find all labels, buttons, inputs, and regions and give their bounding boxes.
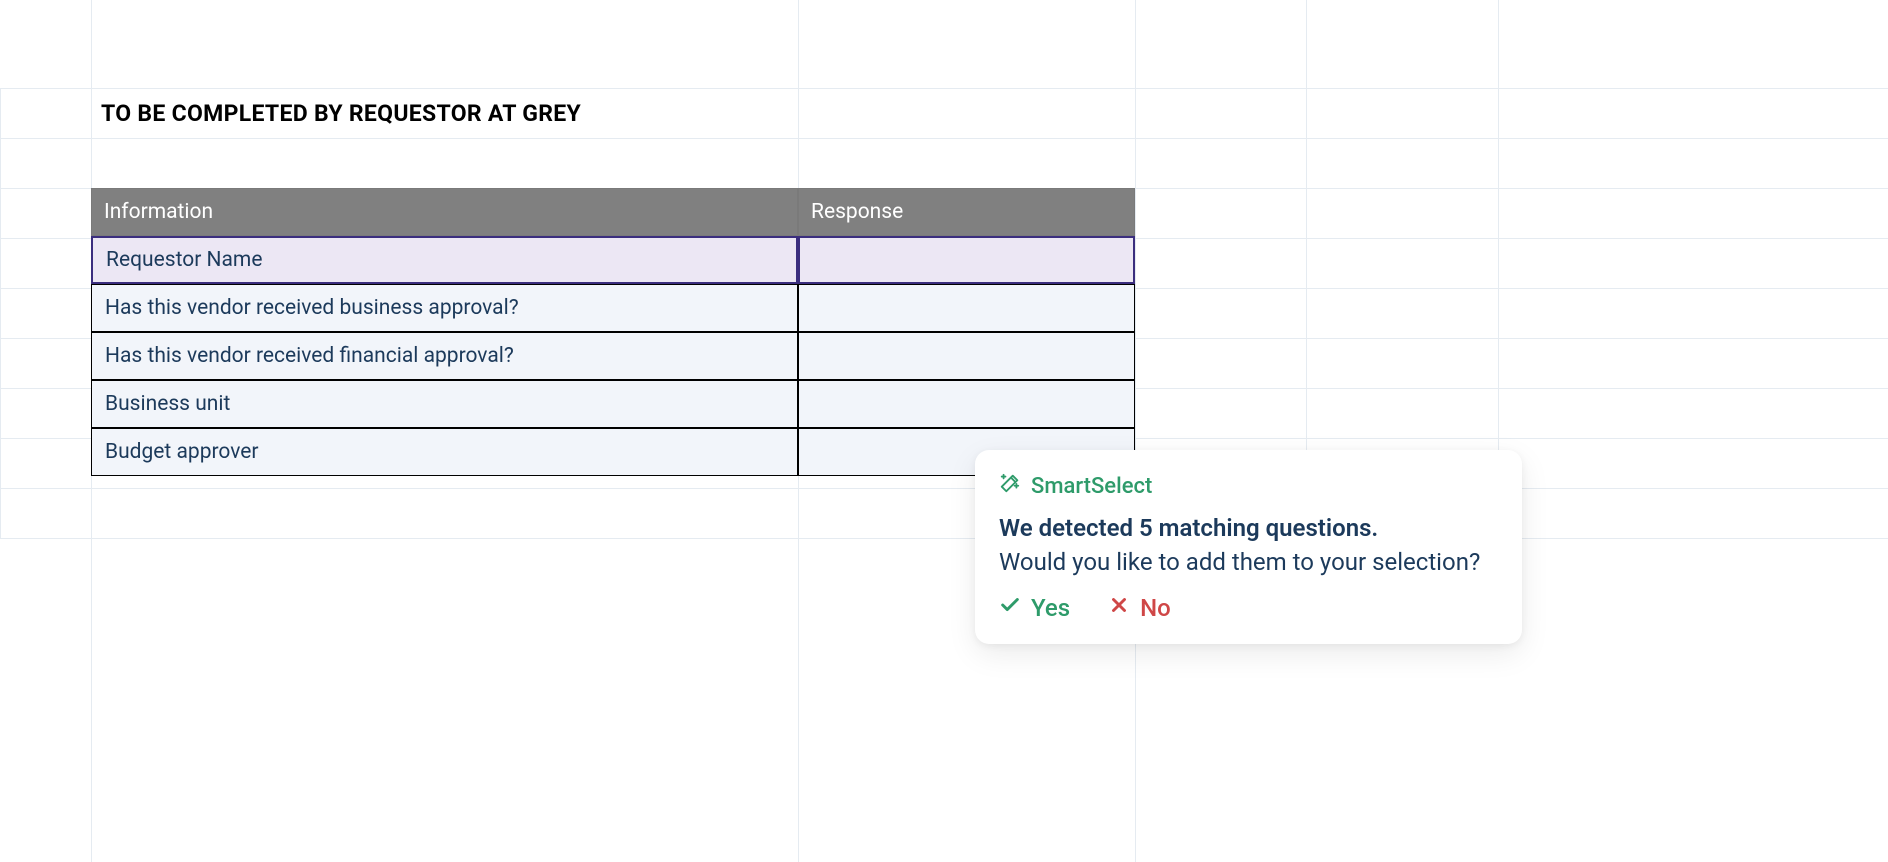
popup-brand-label: SmartSelect xyxy=(1031,474,1152,499)
no-label: No xyxy=(1140,594,1171,622)
no-button[interactable]: No xyxy=(1108,594,1171,622)
table-row[interactable]: Business unit xyxy=(91,380,1135,428)
popup-actions: Yes No xyxy=(999,594,1498,622)
cell-response[interactable] xyxy=(798,332,1135,380)
popup-header: SmartSelect xyxy=(999,472,1498,500)
column-header-response[interactable]: Response xyxy=(798,188,1135,236)
table-header-row: Information Response xyxy=(91,188,1135,236)
sheet-title-row[interactable]: TO BE COMPLETED BY REQUESTOR AT GREY xyxy=(91,88,1135,138)
check-icon xyxy=(999,594,1021,622)
cell-information[interactable]: Has this vendor received financial appro… xyxy=(91,332,798,380)
spacer-row[interactable] xyxy=(91,138,1135,188)
questions-table: Information Response Requestor Name Has … xyxy=(91,188,1135,476)
table-row[interactable]: Requestor Name xyxy=(91,236,1135,284)
close-icon xyxy=(1108,594,1130,622)
magic-wand-icon xyxy=(999,472,1021,500)
cell-response[interactable] xyxy=(798,380,1135,428)
popup-message-line-1: We detected 5 matching questions. xyxy=(999,514,1498,542)
table-row[interactable]: Has this vendor received financial appro… xyxy=(91,332,1135,380)
cell-information[interactable]: Requestor Name xyxy=(91,236,798,284)
sheet-title: TO BE COMPLETED BY REQUESTOR AT GREY xyxy=(101,100,581,127)
yes-button[interactable]: Yes xyxy=(999,594,1070,622)
table-row[interactable]: Has this vendor received business approv… xyxy=(91,284,1135,332)
cell-information[interactable]: Business unit xyxy=(91,380,798,428)
cell-information[interactable]: Budget approver xyxy=(91,428,798,476)
yes-label: Yes xyxy=(1031,594,1070,622)
cell-response[interactable] xyxy=(798,284,1135,332)
popup-message-line-2: Would you like to add them to your selec… xyxy=(999,548,1498,576)
cell-information[interactable]: Has this vendor received business approv… xyxy=(91,284,798,332)
form-table-region: TO BE COMPLETED BY REQUESTOR AT GREY Inf… xyxy=(91,88,1135,476)
smartselect-popup: SmartSelect We detected 5 matching quest… xyxy=(975,450,1522,644)
cell-response[interactable] xyxy=(798,236,1135,284)
column-header-information[interactable]: Information xyxy=(91,188,798,236)
